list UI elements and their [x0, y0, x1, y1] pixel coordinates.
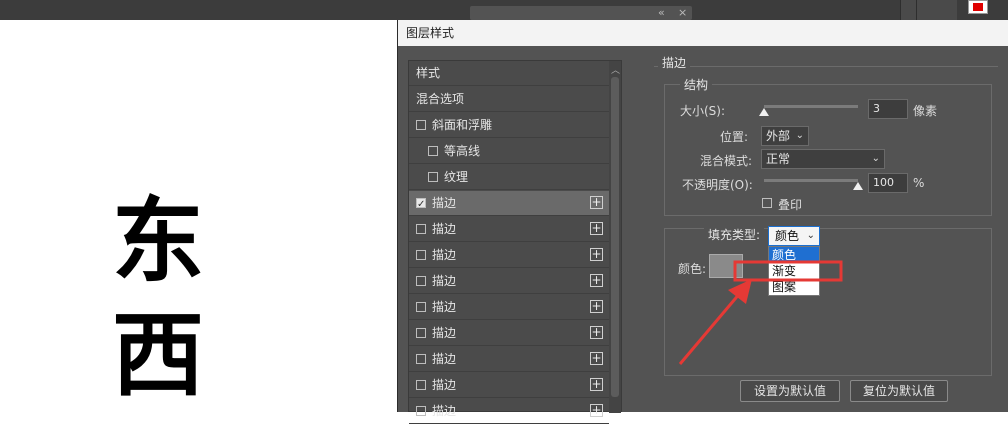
style-list-item[interactable]: 等高线 [409, 139, 609, 164]
style-checkbox[interactable] [428, 172, 438, 182]
style-list-label: 混合选项 [416, 92, 465, 106]
style-checkbox[interactable] [416, 354, 426, 364]
fill-type-label: 填充类型: [704, 226, 765, 243]
style-list-label: 描边 [432, 222, 457, 236]
style-list-item[interactable]: 描边 + [409, 321, 609, 346]
style-list-label: 描边 [432, 274, 457, 288]
add-style-icon[interactable]: + [590, 196, 603, 209]
styles-list-panel: 样式混合选项斜面和浮雕等高线纹理描边 + 描边 + 描边 + 描边 + 描边 + 描边 + 描边 + 描边 +… [408, 60, 622, 424]
toolbar-slot-2[interactable] [916, 0, 957, 20]
style-checkbox[interactable] [428, 146, 438, 156]
dialog-title: 图层样式 [406, 26, 455, 40]
style-list-label: 描边 [432, 300, 457, 314]
style-list-item[interactable]: 描边 + [409, 347, 609, 372]
stroke-section-rule [654, 66, 998, 68]
style-list-label: 等高线 [444, 144, 481, 158]
canvas-character-2: 西 [112, 302, 205, 409]
size-label: 大小(S): [680, 104, 726, 118]
add-style-icon[interactable]: + [590, 274, 603, 287]
style-checkbox[interactable] [416, 380, 426, 390]
size-input[interactable]: 3 [868, 99, 908, 119]
style-checkbox[interactable] [416, 328, 426, 338]
collapse-panel-icon[interactable]: « [658, 6, 665, 19]
style-list-item[interactable]: 样式 [409, 61, 609, 86]
opacity-slider-knob[interactable] [853, 182, 863, 190]
add-style-icon[interactable]: + [590, 300, 603, 313]
position-value: 外部 [766, 129, 791, 143]
color-label: 颜色: [678, 262, 707, 276]
style-list-item[interactable]: 描边 + [409, 243, 609, 268]
opacity-label: 不透明度(O): [682, 178, 753, 192]
fill-type-option[interactable]: 渐变 [769, 263, 819, 279]
structure-title: 结构 [680, 76, 713, 93]
style-list-label: 描边 [432, 248, 457, 262]
style-list-label: 描边 [432, 378, 457, 392]
style-list-item[interactable]: 描边 + [409, 269, 609, 294]
styles-list-scrollbar[interactable]: ︿ [609, 61, 621, 413]
add-style-icon[interactable]: + [590, 378, 603, 391]
style-checkbox[interactable] [416, 250, 426, 260]
floating-panel-tab[interactable]: « × [470, 6, 692, 20]
style-checkbox[interactable] [416, 302, 426, 312]
style-checkbox[interactable] [416, 192, 426, 217]
layer-style-dialog: 图层样式 样式混合选项斜面和浮雕等高线纹理描边+描边+描边+描边+描边+描边+描… [397, 20, 1008, 424]
scrollbar-thumb[interactable] [611, 77, 619, 397]
overprint-label: 叠印 [778, 198, 803, 212]
position-label: 位置: [720, 130, 749, 144]
fill-type-group [664, 228, 992, 376]
position-dropdown[interactable]: 外部 ⌄ [761, 126, 809, 146]
fill-type-options-list: 颜色 渐变 图案 [768, 246, 820, 296]
chevron-down-icon: ⌄ [806, 230, 815, 241]
fill-type-dropdown[interactable]: 颜色 ⌄ [768, 226, 820, 246]
style-checkbox[interactable] [416, 120, 426, 130]
opacity-input[interactable]: 100 [868, 173, 908, 193]
foreground-color-icon [973, 3, 983, 11]
blend-mode-label: 混合模式: [700, 154, 753, 168]
add-style-icon[interactable]: + [590, 352, 603, 365]
blend-mode-value: 正常 [766, 152, 791, 166]
set-default-button[interactable]: 设置为默认值 [740, 380, 840, 402]
fill-type-option[interactable]: 图案 [769, 279, 819, 295]
style-list-label: 样式 [416, 66, 441, 80]
blend-mode-dropdown[interactable]: 正常 ⌄ [761, 149, 885, 169]
style-checkbox[interactable] [416, 276, 426, 286]
stroke-section-title: 描边 [658, 54, 691, 71]
style-list-item[interactable]: 斜面和浮雕 [409, 113, 609, 138]
stroke-color-swatch[interactable] [709, 254, 743, 278]
foreground-color-swatch[interactable] [968, 0, 988, 14]
style-list-item[interactable]: 纹理 [409, 165, 609, 190]
size-slider-knob[interactable] [759, 108, 769, 116]
add-style-icon[interactable]: + [590, 248, 603, 261]
canvas-character-1: 东 [112, 188, 205, 295]
reset-default-button[interactable]: 复位为默认值 [850, 380, 948, 402]
chevron-down-icon: ⌄ [795, 130, 804, 141]
dialog-title-bar[interactable]: 图层样式 [398, 20, 1008, 46]
style-list-item[interactable]: 混合选项 [409, 87, 609, 112]
add-style-icon[interactable]: + [590, 222, 603, 235]
close-panel-icon[interactable]: × [678, 6, 687, 19]
style-checkbox[interactable] [416, 224, 426, 234]
fill-type-option[interactable]: 颜色 [769, 247, 819, 263]
style-list-label: 纹理 [444, 170, 469, 184]
style-list-item[interactable]: 描边 + [409, 295, 609, 320]
size-slider-track[interactable] [764, 105, 858, 108]
style-list-label: 描边 [432, 326, 457, 340]
style-list-label: 描边 [432, 196, 457, 210]
fill-type-value: 颜色 [775, 229, 800, 243]
opacity-slider-track[interactable] [764, 179, 858, 182]
app-top-bar: « × [0, 0, 1008, 20]
overprint-checkbox[interactable] [762, 198, 772, 208]
opacity-unit-label: % [913, 176, 925, 190]
style-list-item[interactable]: 描边 + [409, 191, 609, 217]
add-style-icon[interactable]: + [590, 404, 603, 417]
style-list-label: 斜面和浮雕 [432, 118, 493, 132]
add-style-icon[interactable]: + [590, 326, 603, 339]
style-list-label: 描边 [432, 352, 457, 366]
size-unit-label: 像素 [913, 104, 938, 118]
style-list-item[interactable]: 描边 + [409, 373, 609, 398]
style-checkbox[interactable] [416, 406, 426, 416]
style-list-item[interactable]: 描边 + [409, 217, 609, 242]
scroll-up-icon[interactable]: ︿ [611, 63, 620, 76]
chevron-down-icon: ⌄ [871, 153, 880, 164]
